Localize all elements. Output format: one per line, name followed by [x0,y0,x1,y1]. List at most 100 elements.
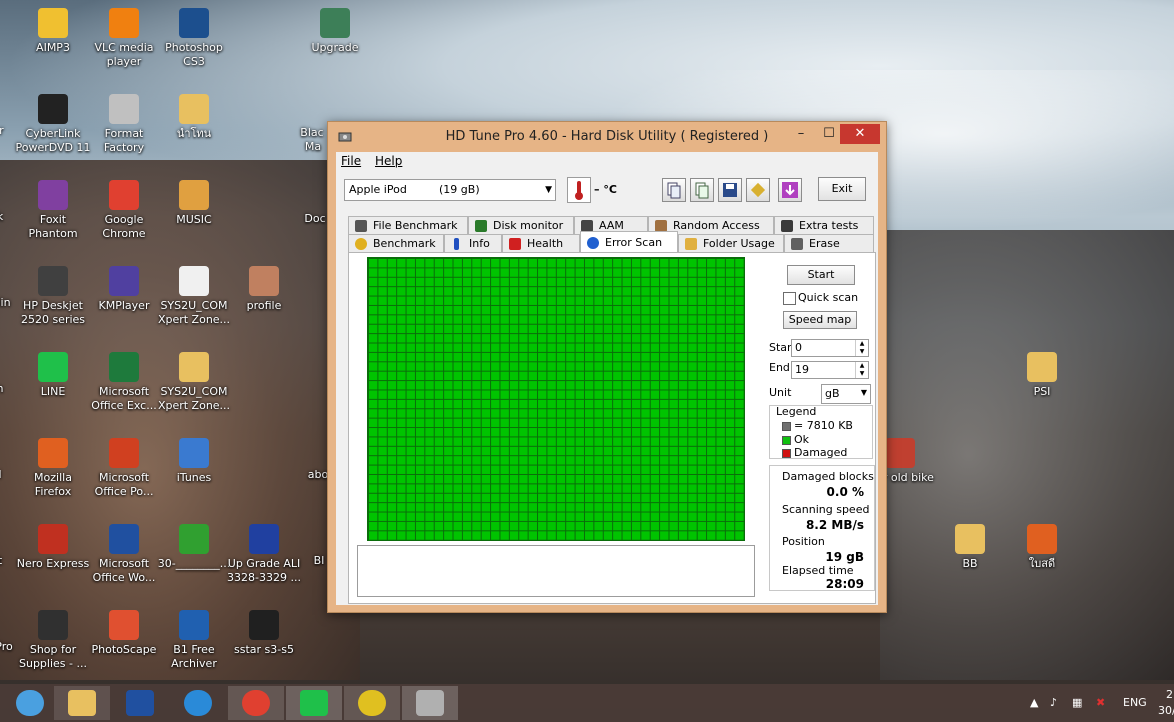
copy-info-icon[interactable] [662,178,686,202]
elapsed-time-label: Elapsed time [782,564,854,577]
desktop-icon-formatfactory[interactable]: Format Factory [86,94,162,155]
desktop-icon-excel[interactable]: Microsoft Office Exc... [86,352,162,413]
close-button[interactable]: ✕ [840,124,880,144]
unit-select[interactable]: gB ▼ [821,384,871,404]
kmplayer-icon [109,266,139,296]
maximize-button[interactable]: ☐ [816,124,842,144]
desktop-icon-partial[interactable]: Pro [0,640,42,654]
tray-chevron-up-icon[interactable]: ▲ [1030,696,1038,709]
taskbar-dvd[interactable] [344,686,400,720]
desktop-icon-label: BB [962,557,978,570]
desktop-icon-partial[interactable]: k [0,210,38,224]
taskbar-word[interactable] [112,686,168,720]
exit-button[interactable]: Exit [818,177,866,201]
taskbar-hdtune[interactable] [402,686,458,720]
desktop-icon-folder-thai[interactable]: นำโทน [156,94,232,141]
desktop-icon-chrome[interactable]: Google Chrome [86,180,162,241]
taskbar-chrome[interactable] [228,686,284,720]
desktop-icon-music[interactable]: MUSIC [156,180,232,227]
desktop-icon-label: AIMP3 [36,41,70,54]
desktop-icon-kmplayer[interactable]: KMPlayer [86,266,162,313]
desktop-icon-aimp3[interactable]: AIMP3 [15,8,91,55]
desktop-icon-itunes[interactable]: iTunes [156,438,232,485]
desktop-icon-partial[interactable]: lin [0,296,42,310]
sys2u2-icon [179,352,209,382]
desktop-icon-label: Format Factory [103,127,145,154]
start-scan-button[interactable]: Start [787,265,855,285]
desktop-icon-word[interactable]: Microsoft Office Wo... [86,524,162,585]
spin-arrows-icon[interactable]: ▲ ▼ [855,362,868,378]
desktop-icon-partial[interactable]: Ma [298,140,328,154]
aimp3-icon [38,8,68,38]
minimize-button[interactable]: – [788,124,814,144]
thermometer-icon [567,177,591,203]
desktop-icon-label: 30-________... [157,557,231,570]
desktop-icon-partial[interactable]: er [0,124,36,138]
taskbar-explorer[interactable] [54,686,110,720]
tab-file-benchmark[interactable]: File Benchmark [348,216,468,235]
thirty-icon [179,524,209,554]
desktop-icon-sstar[interactable]: sstar s3-s5 [226,610,302,657]
tray-network-icon[interactable]: ▦ [1072,696,1082,709]
desktop-icon-partial[interactable]: l [0,468,38,482]
desktop-icon-bb[interactable]: BB [932,524,1008,571]
scan-stats-box: Damaged blocks 0.0 % Scanning speed 8.2 … [769,465,875,591]
vlc-icon [109,8,139,38]
desktop-icon-b1[interactable]: B1 Free Archiver [156,610,232,671]
tray-time[interactable]: 2 [1166,688,1173,701]
desktop-icon-upgradeali[interactable]: Up Grade ALI 3328-3329 ... [226,524,302,585]
desktop-icon-thaifolder[interactable]: ใบสดี [1004,524,1080,571]
tab-folder-usage[interactable]: Folder Usage [678,234,784,253]
options-icon[interactable] [746,178,770,202]
desktop-icon-label: Pro [0,640,13,653]
tab-health[interactable]: Health [502,234,580,253]
disk-monitor-icon [475,220,487,232]
desktop-icon-label: profile [246,299,282,312]
desktop-icon-label: Blac [300,126,324,139]
desktop-icon-partial[interactable]: n [0,382,38,396]
legend-swatch [782,421,791,431]
save-icon[interactable] [718,178,742,202]
desktop-icon-partial[interactable]: t [0,554,38,568]
menu-file[interactable]: File [341,154,361,168]
tray-language[interactable]: ENG [1123,696,1147,709]
desktop-icon-psi[interactable]: PSI [1004,352,1080,399]
end-stepper[interactable]: 19 ▲ ▼ [791,361,869,379]
desktop-icon-sys2u1[interactable]: SYS2U_COM Xpert Zone... [156,266,232,327]
drive-select[interactable]: Apple iPod (19 gB) ▼ [344,179,556,201]
tab-info[interactable]: Info [444,234,502,253]
desktop-icon-powerpoint[interactable]: Microsoft Office Po... [86,438,162,499]
tab-extra-tests[interactable]: Extra tests [774,216,874,235]
line-icon [38,352,68,382]
desktop-icon-label: ใบสดี [1028,557,1056,570]
desktop-icon-photoshop[interactable]: Photoshop CS3 [156,8,232,69]
desktop-icon-profile[interactable]: profile [226,266,302,313]
desktop-icon-photoscape[interactable]: PhotoScape [86,610,162,657]
start-stepper[interactable]: 0 ▲ ▼ [791,339,869,357]
scan-log-box[interactable] [357,545,755,597]
taskbar-ie[interactable] [170,686,226,720]
desktop-icon-thirty[interactable]: 30-________... [156,524,232,571]
tab-benchmark[interactable]: Benchmark [348,234,444,253]
desktop-icon-partial[interactable]: Blac [292,126,332,140]
tab-error-scan[interactable]: Error Scan [580,231,678,253]
tray-date[interactable]: 30/ [1158,704,1174,717]
desktop-icon-label: t [0,554,2,567]
tray-volume-icon[interactable]: ♪ [1050,696,1057,709]
tab-erase[interactable]: Erase [784,234,874,253]
download-icon[interactable] [778,178,802,202]
desktop-icon-partial[interactable]: Doc [300,212,330,226]
quick-scan-checkbox[interactable] [783,292,796,305]
menu-help[interactable]: Help [375,154,402,168]
start-button[interactable] [2,686,58,720]
copy-screenshot-icon[interactable] [690,178,714,202]
tray-action-center-icon[interactable]: ✖ [1096,696,1105,709]
desktop-icon-vlc[interactable]: VLC media player [86,8,162,69]
desktop-icon-sys2u2[interactable]: SYS2U_COM Xpert Zone... [156,352,232,413]
window-titlebar[interactable]: HD Tune Pro 4.60 - Hard Disk Utility ( R… [328,122,886,152]
spin-arrows-icon[interactable]: ▲ ▼ [855,340,868,356]
desktop-icon-upgrade[interactable]: Upgrade [297,8,373,55]
speed-map-button[interactable]: Speed map [783,311,857,329]
taskbar-line[interactable] [286,686,342,720]
tab-disk-monitor[interactable]: Disk monitor [468,216,574,235]
